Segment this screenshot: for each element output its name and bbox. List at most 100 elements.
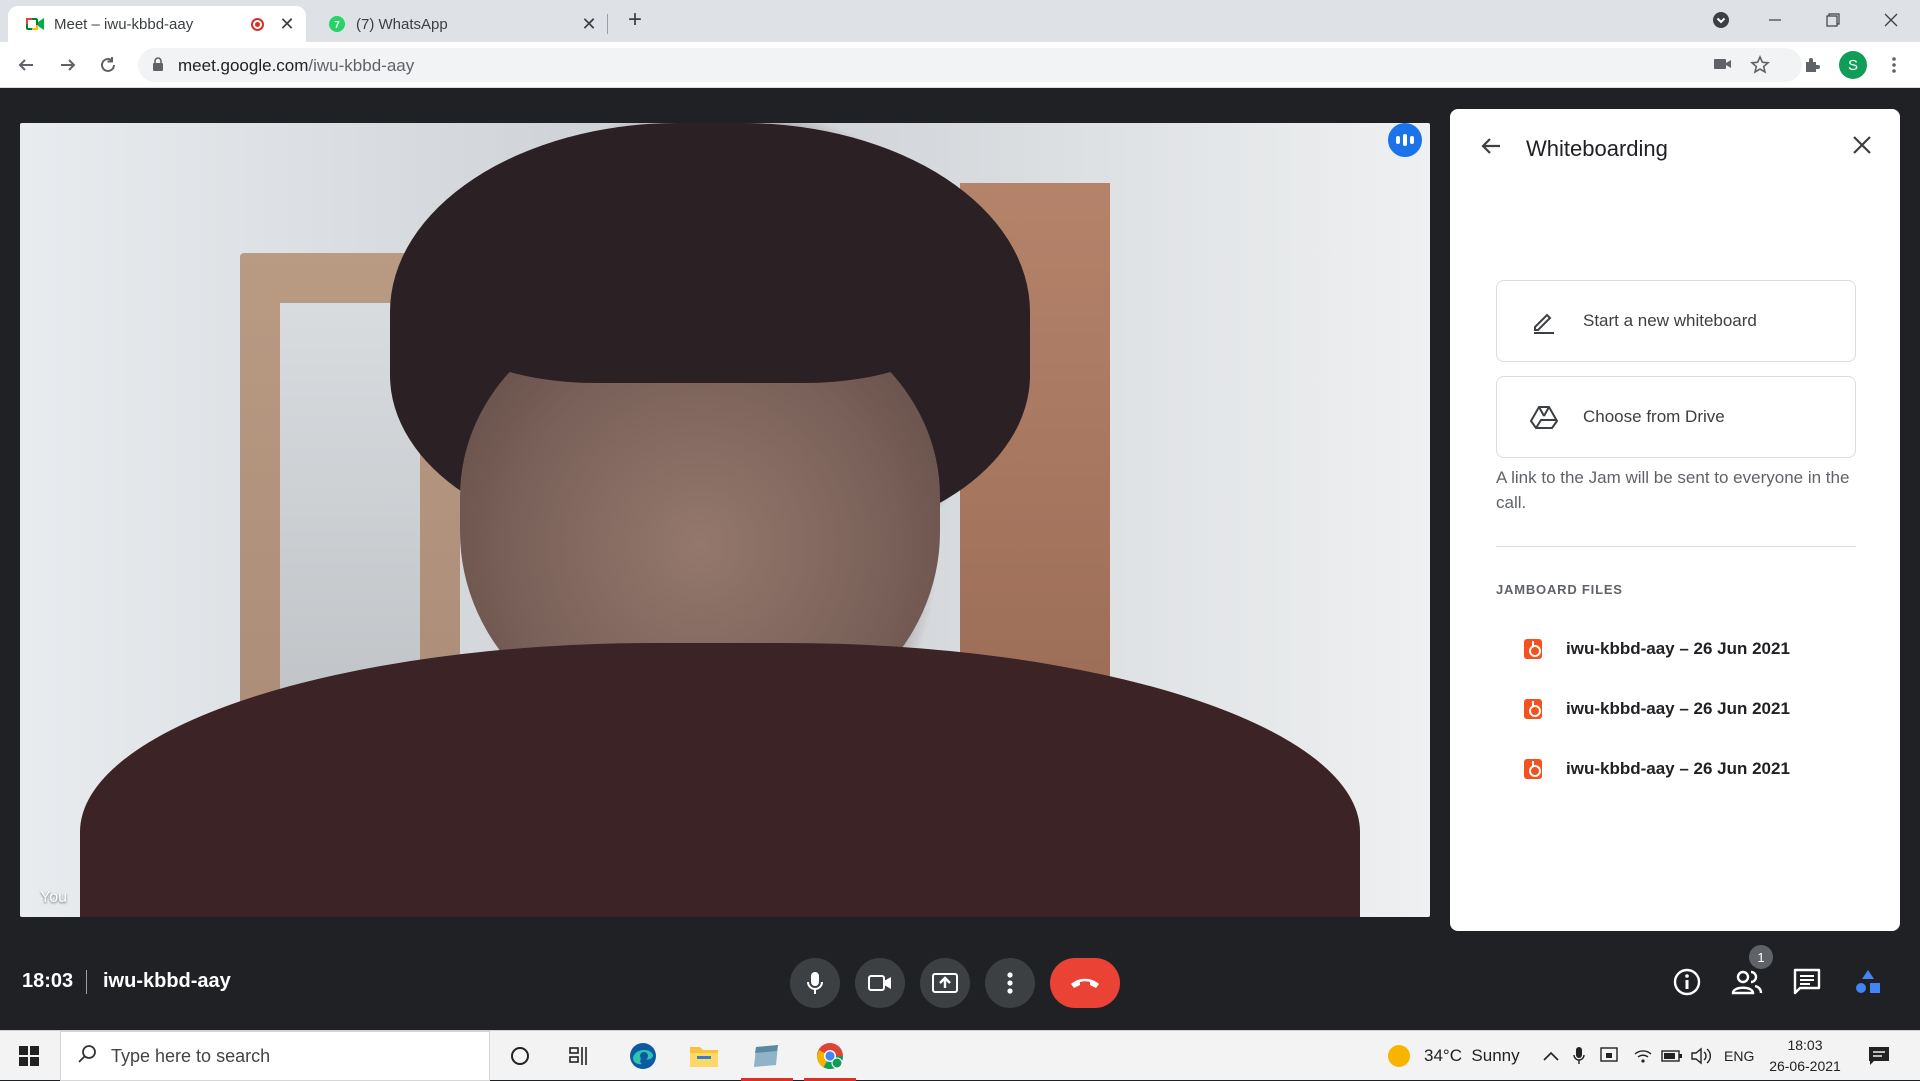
- activities-button[interactable]: [1846, 960, 1890, 1004]
- jamboard-icon: [1524, 699, 1542, 719]
- wifi-tray-icon[interactable]: [1633, 1031, 1653, 1081]
- lock-icon[interactable]: [152, 57, 164, 77]
- windows-logo-icon: [19, 1046, 39, 1066]
- jamboard-file-item[interactable]: iwu-kbbd-aay – 26 Jun 2021: [1524, 634, 1790, 664]
- choose-from-drive-button[interactable]: Choose from Drive: [1496, 376, 1856, 458]
- clock-date: 26-06-2021: [1769, 1058, 1841, 1074]
- camera-icon: [868, 975, 891, 991]
- panel-header: Whiteboarding: [1450, 109, 1900, 173]
- self-name-label: You: [40, 889, 67, 906]
- url-text: meet.google.com/iwu-kbbd-aay: [178, 56, 414, 76]
- edge-taskbar-button[interactable]: [613, 1031, 673, 1081]
- chat-icon: [1793, 968, 1821, 995]
- meeting-code: iwu-kbbd-aay: [103, 970, 231, 992]
- panel-title: Whiteboarding: [1526, 136, 1668, 161]
- browser-menu-icon[interactable]: [1878, 49, 1910, 81]
- speaking-indicator-icon: [1388, 123, 1422, 157]
- file-explorer-taskbar-button[interactable]: [674, 1031, 734, 1081]
- bookmark-star-icon[interactable]: [1750, 55, 1770, 80]
- jamboard-file-item[interactable]: iwu-kbbd-aay – 26 Jun 2021: [1524, 694, 1790, 724]
- volume-tray-icon[interactable]: [1690, 1031, 1712, 1081]
- task-view-icon: [569, 1047, 587, 1065]
- panel-divider: [1496, 546, 1856, 547]
- weather-text: 34°C Sunny: [1424, 1046, 1520, 1065]
- close-panel-icon[interactable]: [1852, 135, 1872, 160]
- meeting-time: 18:03: [22, 970, 74, 992]
- forward-button[interactable]: [52, 49, 84, 81]
- browser-toolbar: meet.google.com/iwu-kbbd-aay: [0, 42, 1920, 88]
- notifications-button[interactable]: [1868, 1031, 1890, 1081]
- edge-icon: [630, 1043, 656, 1069]
- battery-tray-icon[interactable]: [1661, 1031, 1683, 1081]
- browser-tab-bar: Meet – iwu-kbbd-aay ✕ 7 (7) WhatsApp ✕ +: [0, 0, 1920, 42]
- jamboard-file-name: iwu-kbbd-aay – 26 Jun 2021: [1566, 699, 1790, 718]
- weather-widget[interactable]: 34°C Sunny: [1388, 1031, 1520, 1081]
- close-window-button[interactable]: [1868, 0, 1914, 40]
- activities-icon: [1856, 970, 1880, 993]
- hang-up-icon: [1071, 978, 1099, 988]
- tab-meet[interactable]: Meet – iwu-kbbd-aay ✕: [8, 6, 306, 42]
- pencil-icon: [1527, 308, 1561, 334]
- camera-in-use-icon[interactable]: [1714, 57, 1732, 76]
- option-label: Start a new whiteboard: [1583, 311, 1757, 330]
- video-person-fringe: [440, 163, 960, 383]
- microphone-button[interactable]: [790, 958, 840, 1008]
- cortana-button[interactable]: [490, 1031, 550, 1081]
- close-tab-icon[interactable]: ✕: [580, 14, 598, 34]
- app-taskbar-button[interactable]: [737, 1031, 797, 1081]
- info-icon: [1673, 968, 1701, 996]
- show-hidden-icons-button[interactable]: [1543, 1031, 1559, 1081]
- leave-call-button[interactable]: [1050, 958, 1120, 1008]
- new-tab-button[interactable]: +: [612, 0, 658, 40]
- svg-text:7: 7: [334, 20, 340, 31]
- option-label: Choose from Drive: [1583, 407, 1725, 426]
- extensions-icon[interactable]: [1796, 49, 1828, 81]
- divider: [86, 970, 87, 994]
- recording-indicator-icon: [251, 17, 264, 31]
- address-bar[interactable]: meet.google.com/iwu-kbbd-aay: [138, 48, 1802, 82]
- minimize-button[interactable]: [1752, 0, 1798, 40]
- people-icon: [1731, 970, 1763, 995]
- back-button[interactable]: [10, 49, 42, 81]
- windows-taskbar: Type here to search 34°C Sunny ENG 18:03…: [0, 1030, 1920, 1081]
- microphone-icon: [807, 972, 823, 994]
- search-icon: [77, 1044, 97, 1069]
- task-view-button[interactable]: [550, 1031, 610, 1081]
- url-path: /iwu-kbbd-aay: [308, 56, 415, 75]
- system-clock[interactable]: 18:03 26-06-2021: [1760, 1035, 1850, 1077]
- start-button[interactable]: [0, 1031, 58, 1081]
- tab-title: Meet – iwu-kbbd-aay: [54, 15, 194, 33]
- meet-tray-icon[interactable]: [1600, 1031, 1620, 1081]
- camera-button[interactable]: [855, 958, 905, 1008]
- whatsapp-icon: 7: [328, 15, 346, 33]
- tab-search-button[interactable]: [1698, 0, 1744, 40]
- reload-button[interactable]: [92, 49, 124, 81]
- chrome-taskbar-button[interactable]: [800, 1031, 860, 1081]
- folder-icon: [690, 1047, 718, 1067]
- jamboard-file-item[interactable]: iwu-kbbd-aay – 26 Jun 2021: [1524, 754, 1790, 784]
- meeting-controls-bar: 18:03 iwu-kbbd-aay: [0, 940, 1920, 1030]
- tab-whatsapp[interactable]: 7 (7) WhatsApp ✕: [310, 6, 608, 42]
- chat-button[interactable]: [1785, 960, 1829, 1004]
- profile-avatar[interactable]: S: [1839, 51, 1867, 79]
- mic-tray-icon[interactable]: [1573, 1031, 1585, 1081]
- input-language[interactable]: ENG: [1724, 1031, 1754, 1081]
- taskbar-search-box[interactable]: Type here to search: [60, 1031, 490, 1081]
- weather-sun-icon: [1388, 1045, 1410, 1067]
- close-tab-icon[interactable]: ✕: [278, 14, 296, 34]
- google-meet-icon: [26, 15, 44, 33]
- present-screen-button[interactable]: [920, 958, 970, 1008]
- app-window-icon: [754, 1045, 778, 1067]
- tab-title: (7) WhatsApp: [356, 15, 448, 33]
- jam-link-note: A link to the Jam will be sent to everyo…: [1496, 468, 1850, 512]
- self-video-tile: You: [20, 123, 1430, 917]
- more-options-button[interactable]: [985, 958, 1035, 1008]
- back-arrow-icon[interactable]: [1480, 135, 1502, 162]
- meeting-details-button[interactable]: [1665, 960, 1709, 1004]
- whiteboarding-panel: Whiteboarding Start a new whiteboard Cho…: [1450, 109, 1900, 931]
- more-vert-icon: [1007, 972, 1013, 994]
- chrome-icon: [816, 1043, 844, 1070]
- start-new-whiteboard-button[interactable]: Start a new whiteboard: [1496, 280, 1856, 362]
- restore-button[interactable]: [1810, 0, 1856, 40]
- notifications-icon: [1869, 1047, 1889, 1065]
